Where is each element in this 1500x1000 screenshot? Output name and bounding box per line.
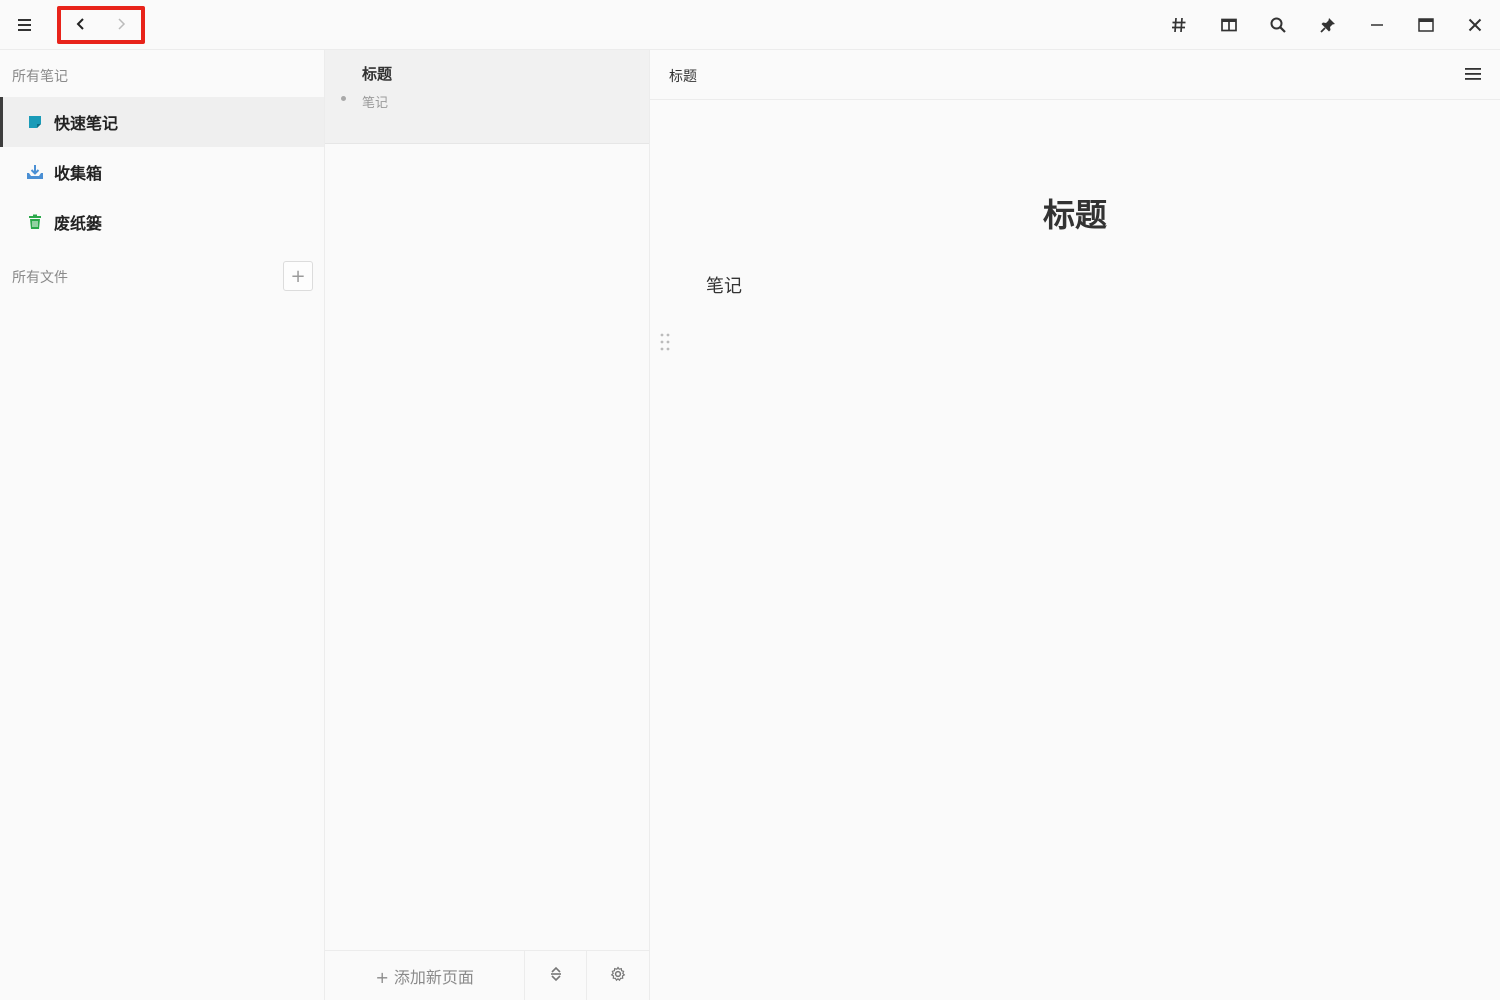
editor-menu-button[interactable] bbox=[1458, 62, 1488, 88]
quick-note-icon bbox=[26, 113, 44, 131]
sidebar: 所有笔记 快速笔记 收集箱 废纸篓 所有文件 + bbox=[0, 50, 325, 1000]
list-menu-icon bbox=[1465, 66, 1481, 85]
note-list-footer: + 添加新页面 bbox=[325, 950, 649, 1000]
trash-icon bbox=[26, 213, 44, 231]
sidebar-item-label: 快速笔记 bbox=[54, 114, 119, 133]
sidebar-item-label: 废纸篓 bbox=[54, 214, 103, 233]
sidebar-item-inbox[interactable]: 收集箱 bbox=[0, 147, 324, 197]
back-button[interactable] bbox=[61, 10, 101, 40]
chevron-left-icon bbox=[76, 16, 86, 35]
add-folder-button[interactable]: + bbox=[283, 261, 313, 291]
all-notes-label: 所有笔记 bbox=[12, 69, 68, 85]
editor-header: 标题 bbox=[650, 50, 1500, 100]
forward-button[interactable] bbox=[101, 10, 141, 40]
sidebar-item-trash[interactable]: 废纸篓 bbox=[0, 197, 324, 247]
pin-icon[interactable] bbox=[1303, 0, 1352, 49]
settings-button[interactable] bbox=[587, 951, 649, 1000]
add-page-button[interactable]: + 添加新页面 bbox=[325, 951, 526, 1000]
hash-icon[interactable] bbox=[1154, 0, 1203, 49]
note-list-item[interactable]: 标题 笔记 bbox=[325, 50, 649, 144]
navigation-buttons-group bbox=[57, 6, 145, 44]
note-title: 标题 bbox=[362, 65, 393, 83]
sidebar-item-quick-notes[interactable]: 快速笔记 bbox=[0, 97, 324, 147]
sidebar-item-label: 收集箱 bbox=[54, 164, 103, 183]
bullet-icon bbox=[341, 96, 346, 101]
drag-handle-icon[interactable] bbox=[660, 333, 670, 355]
inbox-icon bbox=[26, 163, 44, 181]
note-list-panel: 标题 笔记 + 添加新页面 bbox=[325, 50, 650, 1000]
sort-button[interactable] bbox=[525, 951, 588, 1000]
maximize-icon[interactable] bbox=[1401, 0, 1450, 49]
split-view-icon[interactable] bbox=[1204, 0, 1253, 49]
breadcrumb[interactable]: 标题 bbox=[669, 66, 697, 86]
note-snippet: 笔记 bbox=[362, 96, 389, 111]
menu-icon[interactable] bbox=[0, 0, 49, 49]
chevron-right-icon bbox=[116, 16, 126, 35]
sort-icon bbox=[549, 966, 563, 986]
search-icon[interactable] bbox=[1253, 0, 1302, 49]
close-icon[interactable] bbox=[1450, 0, 1499, 49]
settings-icon bbox=[610, 965, 626, 986]
app-window: 所有笔记 快速笔记 收集箱 废纸篓 所有文件 + 标题 笔记 + 添加新页面 标… bbox=[0, 0, 1500, 1000]
title-bar bbox=[0, 0, 1500, 50]
all-files-label: 所有文件 bbox=[12, 270, 68, 286]
editor-panel: 标题 标题 笔记 bbox=[650, 50, 1500, 1000]
plus-icon: + bbox=[290, 265, 306, 287]
document-body[interactable]: 笔记 bbox=[706, 272, 742, 298]
document-title[interactable]: 标题 bbox=[650, 190, 1500, 236]
minimize-icon[interactable] bbox=[1352, 0, 1401, 49]
